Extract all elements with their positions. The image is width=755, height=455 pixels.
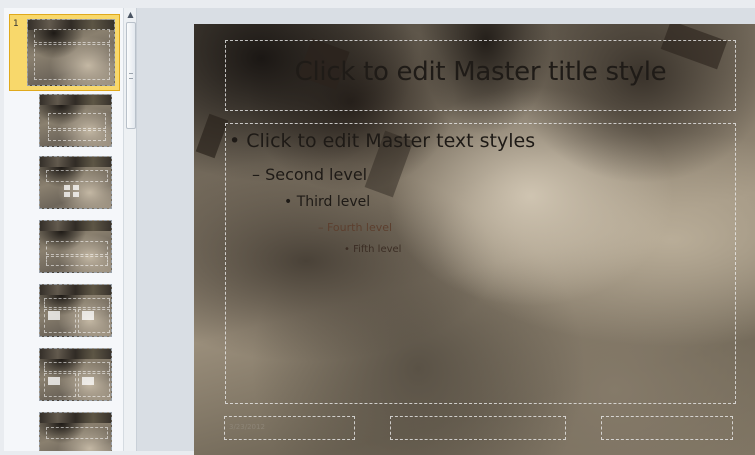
slide-master-thumbnail[interactable] <box>27 19 115 86</box>
thumbnail-scrollbar[interactable]: ▲ <box>123 8 136 451</box>
title-placeholder[interactable]: Click to edit Master title style <box>225 40 736 111</box>
layout-thumbnail[interactable] <box>39 412 112 451</box>
text-level-2: – Second level <box>252 165 368 184</box>
layout-thumbnail[interactable] <box>39 220 112 273</box>
slide-editing-area: Click to edit Master title style • Click… <box>137 8 755 455</box>
text-level-4: – Fourth level <box>318 221 393 234</box>
slide-master-canvas[interactable]: Click to edit Master title style • Click… <box>194 24 755 455</box>
layout-thumbnail[interactable] <box>39 348 112 401</box>
slide-thumbnail-pane: 1 ▲ <box>4 8 137 451</box>
date-text: 3/23/2012 <box>229 423 265 431</box>
layout-thumbnail[interactable] <box>39 284 112 337</box>
scrollbar-grip-icon <box>129 73 133 79</box>
slide-number-placeholder[interactable] <box>601 416 733 440</box>
layout-thumbnail[interactable] <box>39 94 112 147</box>
text-level-3: • Third level <box>284 194 371 210</box>
text-level-1: • Click to edit Master text styles <box>229 130 536 152</box>
background-shard <box>195 113 229 159</box>
master-title-text: Click to edit Master title style <box>294 57 667 87</box>
layout-thumbnail[interactable] <box>39 156 112 209</box>
scroll-up-arrow-icon[interactable]: ▲ <box>124 8 136 21</box>
date-placeholder[interactable]: 3/23/2012 <box>224 416 355 440</box>
body-text-placeholder[interactable]: • Click to edit Master text styles – Sec… <box>225 123 736 404</box>
footer-placeholder[interactable] <box>390 416 566 440</box>
scrollbar-thumb[interactable] <box>126 22 136 129</box>
slide-number-label: 1 <box>13 19 19 29</box>
text-level-5: • Fifth level <box>344 244 402 255</box>
